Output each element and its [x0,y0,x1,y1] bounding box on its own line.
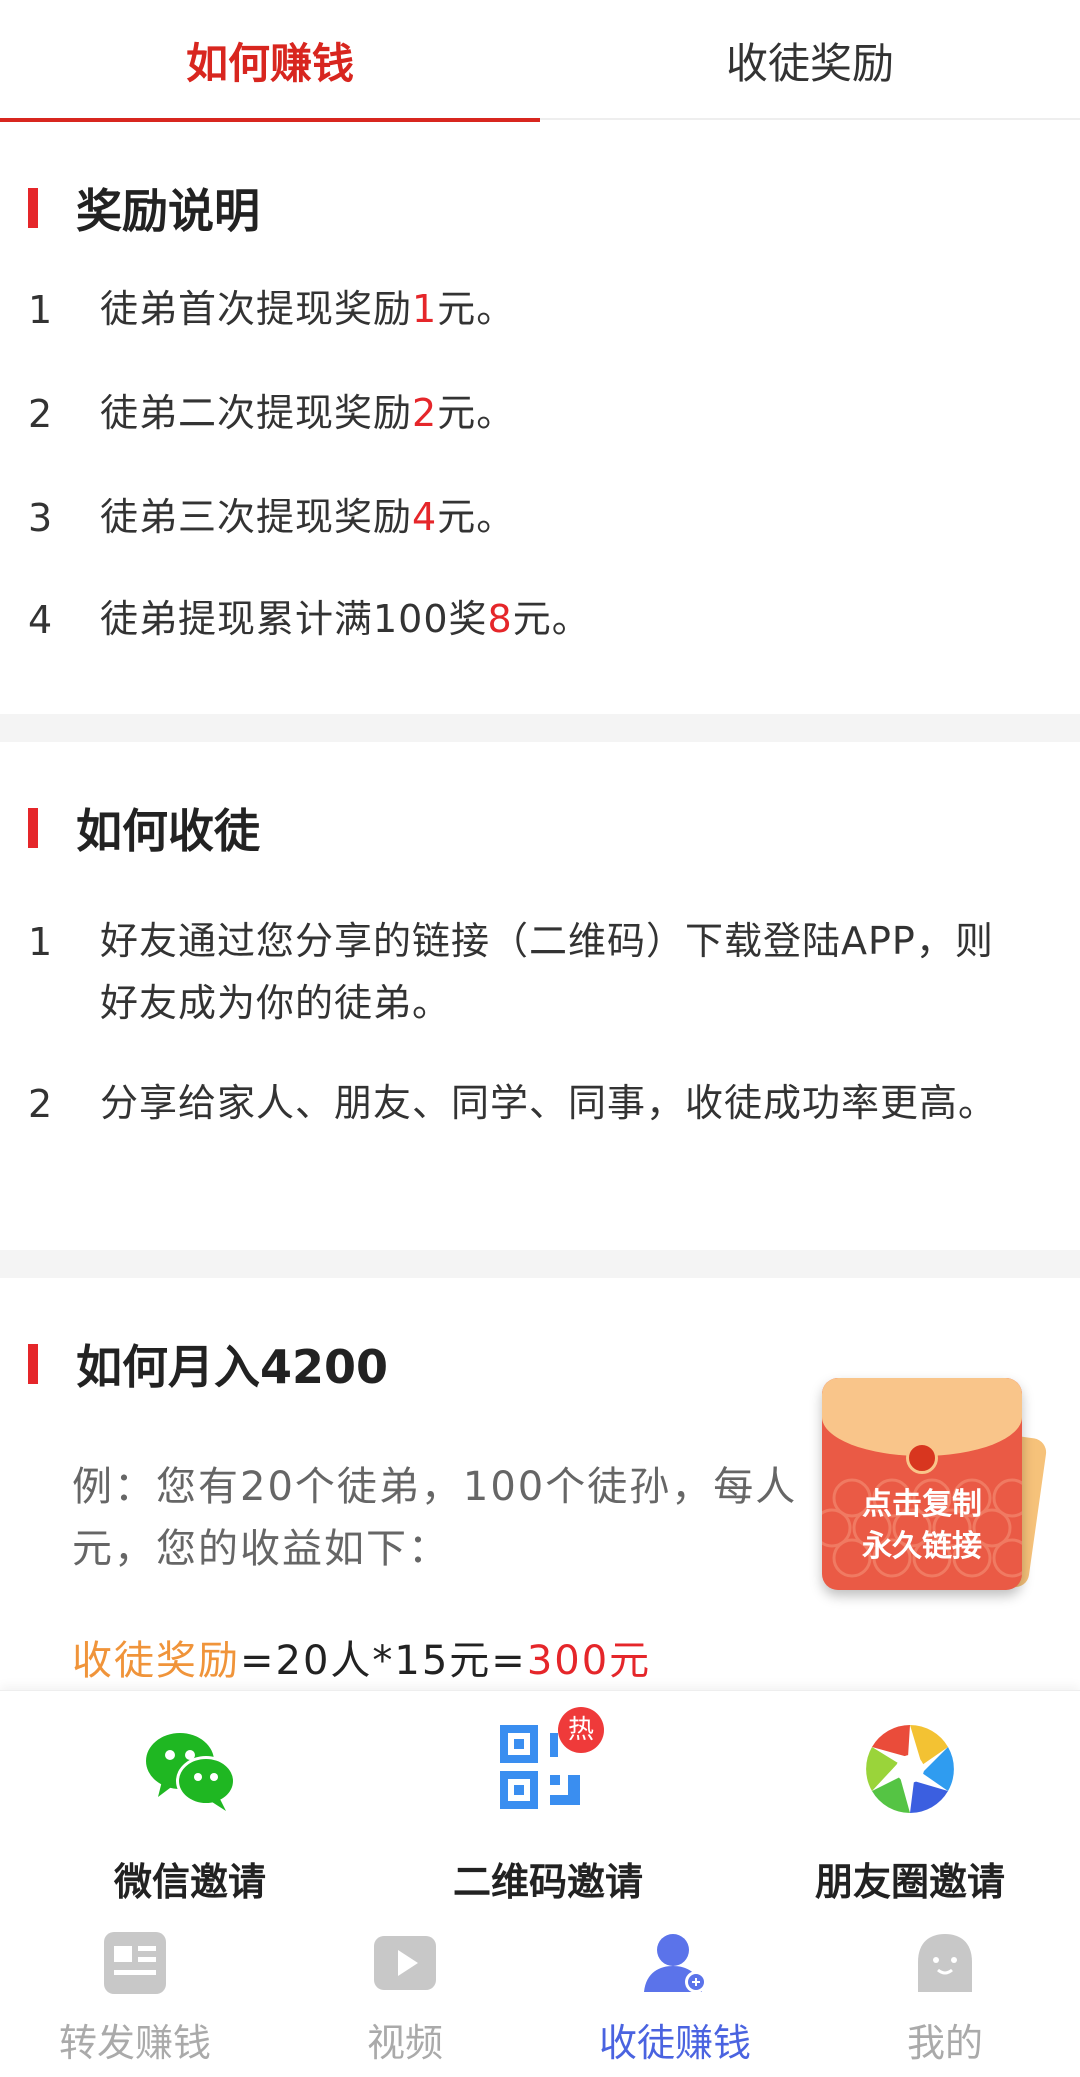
tab-recruit-reward[interactable]: 收徒奖励 [540,0,1080,120]
nav-item-mine[interactable]: 我的 [810,1920,1080,2077]
tab-how-to-earn[interactable]: 如何赚钱 [0,0,540,122]
nav-item-recruit-earn[interactable]: 收徒赚钱 [540,1920,810,2077]
income-formula: 收徒奖励=20人*15元=300元 [72,1638,652,1684]
wechat-icon [146,1733,236,1811]
recruit-section: 如何收徒 1 好友通过您分享的链接（二维码）下载登陆APP，则好友成为你的徒弟。… [0,742,1080,1250]
red-envelope-icon: 点击复制 永久链接 [822,1378,1022,1590]
title-accent-bar [28,808,38,848]
nav-item-forward-earn[interactable]: 转发赚钱 [0,1920,270,2077]
user-add-icon [644,1934,707,1993]
section-divider [0,1250,1080,1278]
envelope-text: 点击复制 永久链接 [862,1487,982,1564]
income-example: 例：您有20个徒弟，100个徒孙，每人 元，您的收益如下： [72,1464,798,1572]
reward-section: 奖励说明 1 徒弟首次提现奖励1元。 2 徒弟二次提现奖励2元。 3 徒弟三次提… [0,122,1080,712]
invite-panel: 微信邀请 热 二维码邀请 朋友圈邀请 [0,1690,1080,1920]
nav-item-video[interactable]: 视频 [270,1920,540,2077]
income-section-title: 如何月入4200 [28,1334,388,1394]
profile-icon [918,1934,972,1992]
hot-badge: 热 [558,1707,604,1753]
copy-link-envelope-button[interactable]: 点击复制 永久链接 [808,1372,1060,1600]
qrcode-invite-button[interactable]: 热 二维码邀请 [368,1691,728,1921]
bottom-nav: 转发赚钱 视频 收徒赚钱 我的 [0,1920,1080,2077]
article-icon [104,1932,166,1994]
wechat-invite-button[interactable]: 微信邀请 [10,1691,370,1921]
video-icon [374,1936,436,1990]
moments-invite-button[interactable]: 朋友圈邀请 [730,1691,1080,1921]
top-tab-bar: 如何赚钱 收徒奖励 [0,0,1080,122]
envelope-seal [906,1442,938,1474]
title-accent-bar [28,1344,38,1384]
reward-section-title: 奖励说明 [28,178,260,238]
moments-icon [866,1725,954,1813]
recruit-section-title: 如何收徒 [28,798,260,858]
title-accent-bar [28,188,38,228]
section-divider [0,714,1080,742]
